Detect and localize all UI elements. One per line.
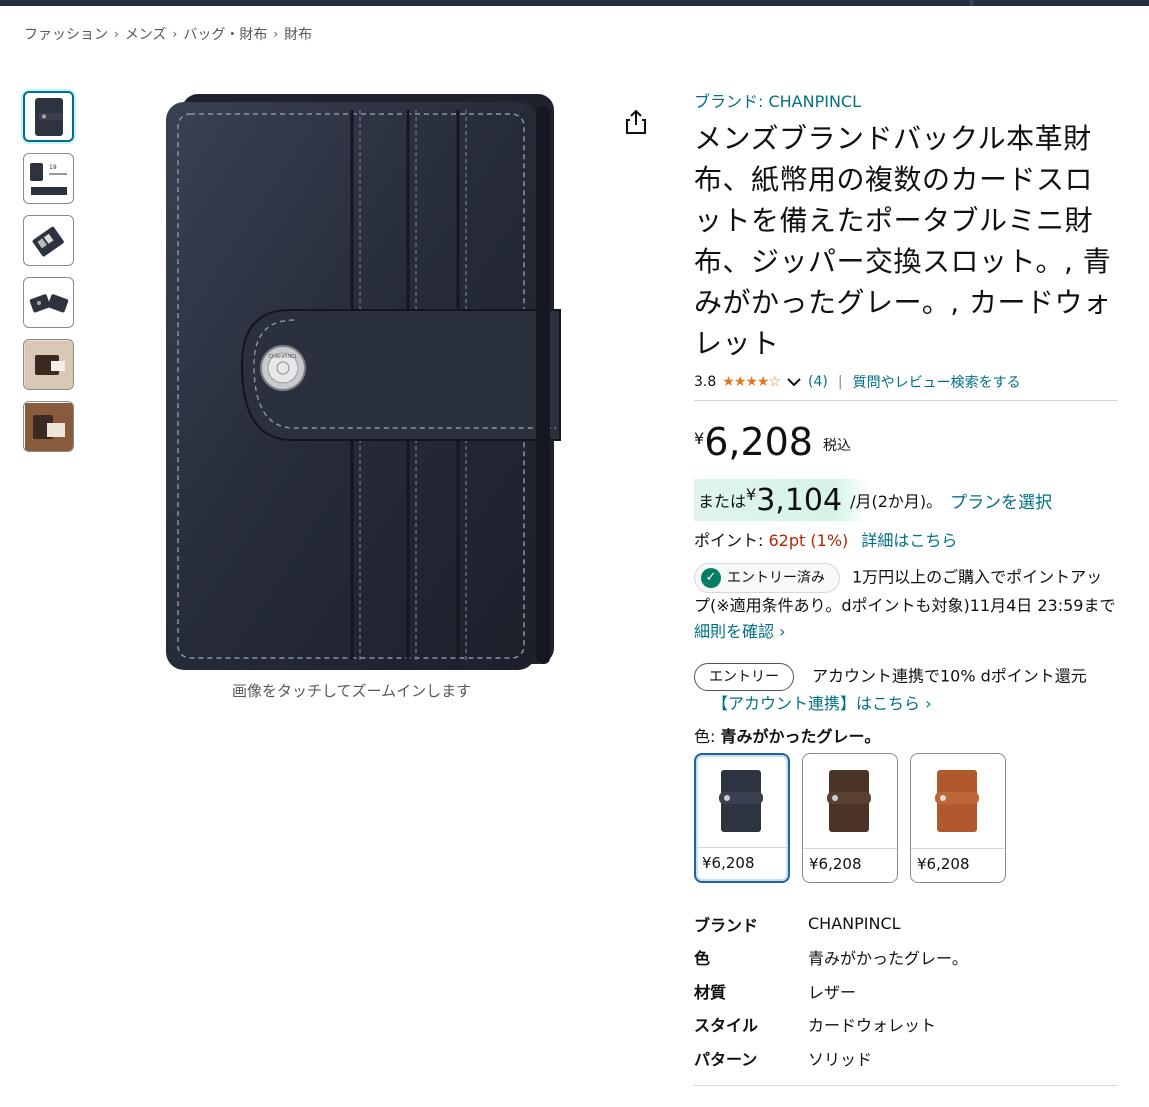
promo2-text: アカウント連携で10% dポイント還元 xyxy=(812,666,1087,686)
spec-key: 色 xyxy=(694,949,711,969)
swatch-tan[interactable]: ¥6,208 xyxy=(910,753,1006,883)
main-product-image[interactable]: CHANPINCL xyxy=(130,80,610,680)
star-rating-icon[interactable]: ★★★★☆ xyxy=(722,374,781,390)
rating-value: 3.8 xyxy=(694,374,717,390)
breadcrumb-item-mens[interactable]: メンズ xyxy=(125,24,167,44)
installment-or: または xyxy=(698,492,747,511)
installment-row: または ¥ 3,104 /月(2か月)。 プランを選択 xyxy=(694,479,1118,521)
price-tax-label: 税込 xyxy=(822,438,851,454)
points-value: 62pt xyxy=(768,531,806,550)
wallet-logo-text: CHANPINCL xyxy=(269,354,298,360)
breadcrumb: ファッション › メンズ › バッグ・財布 › 財布 xyxy=(24,24,312,44)
points-label: ポイント: xyxy=(694,531,764,550)
promo-entry-done: ✓ エントリー済み 1万円以上のご購入でポイントアップ(※適用条件あり。dポイントも… xyxy=(694,563,1118,645)
spec-key: 材質 xyxy=(694,982,727,1002)
swatch-brown[interactable]: ¥6,208 xyxy=(802,753,898,883)
swatch-image xyxy=(911,754,1005,848)
rating-separator: | xyxy=(837,374,843,390)
thumbnail-4[interactable] xyxy=(23,277,74,328)
spec-value: カードウォレット xyxy=(808,1016,937,1036)
zoom-hint: 画像をタッチしてズームインします xyxy=(232,682,472,700)
price-currency: ¥ xyxy=(694,429,705,448)
spec-value: 青みがかったグレー。 xyxy=(808,949,968,969)
swatch-price: ¥6,208 xyxy=(911,848,1005,882)
spec-value: レザー xyxy=(808,982,857,1002)
swatch-gray[interactable]: ¥6,208 xyxy=(694,753,790,883)
spec-row-brand: ブランド CHANPINCL xyxy=(694,907,1118,941)
thumbnail-6[interactable] xyxy=(23,401,74,452)
swatch-image xyxy=(696,755,788,847)
spec-row-style: スタイル カードウォレット xyxy=(694,1008,1118,1042)
breadcrumb-item-bags[interactable]: バッグ・財布 xyxy=(183,24,267,44)
brand-link[interactable]: ブランド: CHANPINCL xyxy=(694,88,1118,112)
spec-key: ブランド xyxy=(694,915,759,935)
product-title: メンズブランドバックル本革財布、紙幣用の複数のカードスロットを備えたポータブルミ… xyxy=(694,122,1112,360)
spec-key: パターン xyxy=(694,1049,758,1069)
points-percent: (1%) xyxy=(810,531,849,550)
installment-period: /月(2か月)。 xyxy=(850,492,943,511)
select-plan-link[interactable]: プランを選択 xyxy=(950,488,1052,513)
installment-currency: ¥ xyxy=(746,485,757,504)
color-label: 色: 青みがかったグレー。 xyxy=(694,723,1118,747)
spec-row-material: 材質 レザー xyxy=(694,974,1118,1008)
qa-search-link[interactable]: 質問やレビュー検索をする xyxy=(853,372,1021,392)
breadcrumb-separator: › xyxy=(273,27,279,41)
spec-table: ブランド CHANPINCL 色 青みがかったグレー。 材質 レザー スタイル カードウ… xyxy=(694,907,1118,1086)
review-count-link[interactable]: (4) xyxy=(808,374,828,390)
account-link[interactable]: 【アカウント連携】はこちら › xyxy=(712,694,932,713)
spec-row-color: 色 青みがかったグレー。 xyxy=(694,941,1118,975)
thumbnail-list: 19 xyxy=(23,91,74,452)
spec-value: CHANPINCL xyxy=(808,914,901,934)
rating-row: 3.8 ★★★★☆ (4) | 質問やレビュー検索をする xyxy=(694,372,1118,401)
entry-button[interactable]: エントリー xyxy=(694,663,794,691)
breadcrumb-separator: › xyxy=(114,27,119,41)
breadcrumb-separator: › xyxy=(172,27,178,41)
points-detail-link[interactable]: 詳細はこちら xyxy=(861,531,957,550)
price: ¥ 6,208 税込 xyxy=(694,423,1118,461)
entry-done-label: エントリー済み xyxy=(727,570,825,586)
thumbnail-2[interactable]: 19 xyxy=(23,153,74,204)
chevron-down-icon[interactable] xyxy=(786,376,802,388)
swatch-image xyxy=(803,754,897,848)
entry-done-pill: ✓ エントリー済み xyxy=(694,563,840,593)
color-label-prefix: 色: xyxy=(694,727,716,746)
spec-key: スタイル xyxy=(694,1016,759,1036)
installment-amount: 3,104 xyxy=(756,482,843,518)
price-amount: 6,208 xyxy=(704,420,813,464)
thumbnail-5[interactable] xyxy=(23,339,74,390)
nav-divider xyxy=(970,0,973,6)
breadcrumb-item-fashion[interactable]: ファッション xyxy=(24,24,108,44)
product-info: ブランド: CHANPINCL メンズブランドバックル本革財布、紙幣用の複数のカ… xyxy=(694,88,1118,1086)
spec-value: ソリッド xyxy=(808,1049,873,1069)
color-swatches: ¥6,208 ¥6,208 ¥6,208 xyxy=(694,753,1118,883)
points-row: ポイント: 62pt (1%) 詳細はこちら xyxy=(694,527,1118,551)
promo-entry: エントリー アカウント連携で10% dポイント還元 【アカウント連携】はこちら › xyxy=(694,663,1118,717)
swatch-price: ¥6,208 xyxy=(696,847,788,881)
thumbnail-1[interactable] xyxy=(23,91,74,142)
top-nav-bar xyxy=(0,0,1149,6)
swatch-price: ¥6,208 xyxy=(803,848,897,882)
breadcrumb-item-wallets[interactable]: 財布 xyxy=(284,24,312,44)
color-selected-name: 青みがかったグレー。 xyxy=(720,727,881,746)
promo1-rules-link[interactable]: 細則を確認 › xyxy=(694,622,786,641)
spec-row-pattern: パターン ソリッド xyxy=(694,1041,1118,1075)
share-icon[interactable] xyxy=(622,108,650,136)
check-icon: ✓ xyxy=(701,568,721,588)
svg-text:19: 19 xyxy=(49,164,57,171)
thumbnail-3[interactable] xyxy=(23,215,74,266)
